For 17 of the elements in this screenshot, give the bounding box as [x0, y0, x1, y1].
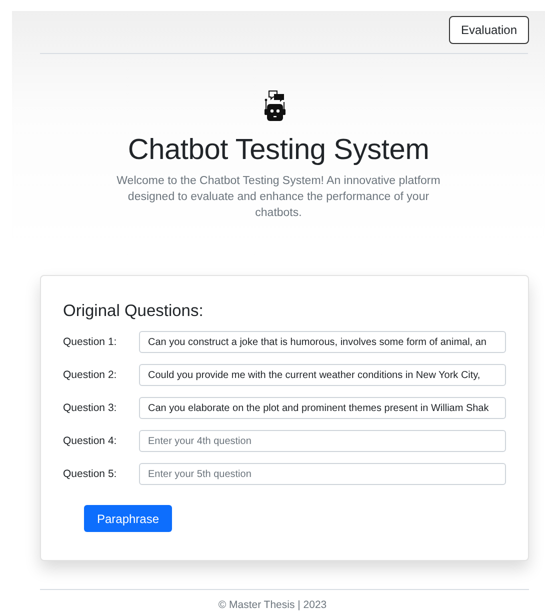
question-field[interactable]: Could you provide me with the current weather conditions in New York City, — [139, 364, 506, 386]
paraphrase-button[interactable]: Paraphrase — [84, 505, 172, 532]
question-label: Question 2: — [63, 369, 118, 381]
question-field[interactable]: Enter your 5th question — [139, 463, 506, 485]
footer-text: © Master Thesis | 2023 — [217, 599, 328, 611]
question-field[interactable]: Enter your 4th question — [139, 430, 506, 452]
question-field[interactable]: Can you construct a joke that is humorous, involves some form of animal, an — [139, 331, 506, 353]
question-label: Question 5: — [63, 468, 118, 480]
question-field[interactable]: Can you elaborate on the plot and prominent themes present in William Shak — [139, 397, 506, 419]
question-label: Question 4: — [63, 435, 118, 447]
form-heading: Original Questions: — [63, 302, 204, 321]
welcome-text: Welcome to the Chatbot Testing System! An innovative platform designed to evaluate and enhance the performance of your chatbots. — [116, 174, 442, 221]
page-title: Chatbot Testing System — [128, 134, 430, 167]
question-label: Question 3: — [63, 402, 118, 414]
evaluation-button[interactable]: Evaluation — [449, 16, 529, 44]
robot-icon — [264, 90, 286, 122]
question-label: Question 1: — [63, 336, 118, 348]
